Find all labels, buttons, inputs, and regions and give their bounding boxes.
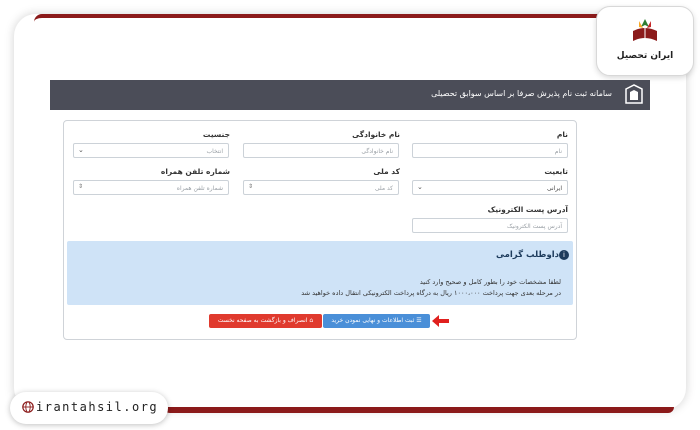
- brand-logo-text: ایران تحصیل: [616, 51, 674, 61]
- page-header-bar: سامانه ثبت نام پذیرش صرفا بر اساس سوابق …: [50, 80, 650, 110]
- bottom-accent-bar: [164, 407, 674, 413]
- university-emblem-icon: [625, 84, 643, 104]
- first-name-field[interactable]: نام: [412, 143, 568, 158]
- chevron-down-icon: ⌄: [417, 183, 423, 191]
- arrow-left-icon: [432, 315, 449, 327]
- gender-select[interactable]: انتخاب ⌄: [73, 143, 229, 158]
- website-badge: irantahsil.org: [10, 392, 168, 424]
- info-notice: داوطلب گرامی i لطفا مشخصات خود را بطور ک…: [67, 241, 573, 305]
- globe-icon: [22, 401, 34, 413]
- national-code-field[interactable]: کد ملی ⇕: [243, 180, 399, 195]
- mobile-field[interactable]: شماره تلفن همراه ⇕: [73, 180, 229, 195]
- top-accent-line: [34, 14, 686, 22]
- submit-button[interactable]: ☰ ثبت اطلاعات و نهایی نمودن خرید: [323, 314, 430, 328]
- page-title: سامانه ثبت نام پذیرش صرفا بر اساس سوابق …: [431, 89, 612, 98]
- national-code-label: کد ملی: [373, 167, 400, 176]
- website-url: irantahsil.org: [36, 400, 159, 414]
- nationality-select[interactable]: ایرانی ⌄: [412, 180, 568, 195]
- mobile-label: شماره تلفن همراه: [160, 167, 230, 176]
- gender-label: جنسیت: [202, 130, 230, 139]
- email-field[interactable]: آدرس پست الکترونیک: [412, 218, 568, 233]
- cancel-button[interactable]: ⌂ انصراف و بازگشت به صفحه نخست: [209, 314, 322, 328]
- notice-title: داوطلب گرامی: [496, 250, 559, 260]
- nationality-label: تابعیت: [544, 167, 568, 176]
- last-name-label: نام خانوادگی: [352, 130, 400, 139]
- brand-logo: ایران تحصیل: [596, 6, 694, 76]
- number-spinner-icon[interactable]: ⇕: [78, 183, 83, 190]
- notice-line-1: لطفا مشخصات خود را بطور کامل و صحیح وارد…: [419, 278, 561, 286]
- registration-form: نام نام نام خانوادگی نام خانوادگی جنسیت …: [63, 120, 577, 340]
- first-name-label: نام: [556, 130, 568, 139]
- info-icon: i: [559, 250, 569, 260]
- last-name-field[interactable]: نام خانوادگی: [243, 143, 399, 158]
- list-icon: ☰: [414, 317, 422, 324]
- book-logo-icon: [633, 19, 657, 41]
- home-icon: ⌂: [307, 317, 314, 324]
- chevron-down-icon: ⌄: [78, 146, 84, 154]
- email-label: آدرس پست الکترونیک: [487, 205, 568, 214]
- number-spinner-icon[interactable]: ⇕: [248, 183, 253, 190]
- notice-line-2: در مرحله بعدی جهت پرداخت ۱۰۰۰،۰۰۰ ریال ب…: [301, 289, 561, 297]
